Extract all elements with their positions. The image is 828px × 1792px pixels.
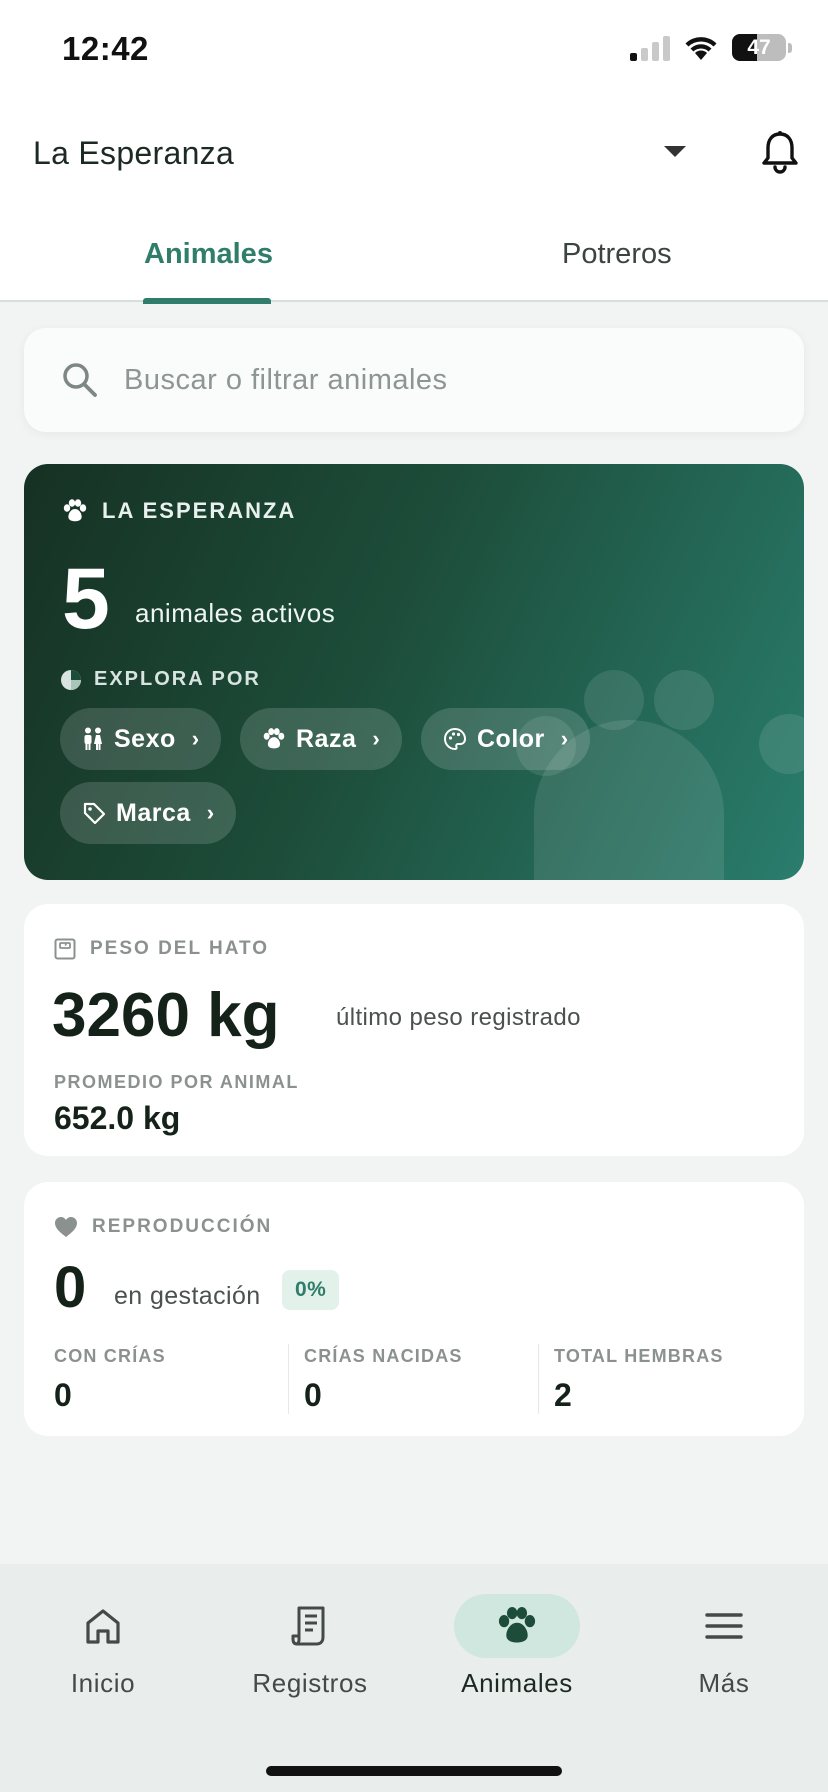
gestation-count: 0 xyxy=(54,1255,87,1320)
stat-value: 0 xyxy=(54,1377,72,1413)
stat-label: CRÍAS NACIDAS xyxy=(304,1346,463,1366)
hero-header: LA ESPERANZA xyxy=(62,498,296,524)
status-icons: 47 xyxy=(630,34,792,61)
chip-sexo[interactable]: Sexo › xyxy=(60,708,222,770)
sex-icon xyxy=(84,727,102,750)
nav-registros[interactable]: Registros xyxy=(220,1594,400,1704)
nav-animales[interactable]: Animales xyxy=(427,1594,607,1704)
search-input[interactable] xyxy=(124,348,764,412)
battery-icon: 47 xyxy=(732,34,786,61)
chevron-right-icon: › xyxy=(560,726,569,751)
battery-tip xyxy=(788,42,792,53)
nav-inicio-label: Inicio xyxy=(70,1668,136,1698)
reproduction-card-title: REPRODUCCIÓN xyxy=(92,1216,273,1237)
pie-chart-icon xyxy=(61,669,81,690)
chevron-right-icon: › xyxy=(191,726,200,751)
average-weight-label: PROMEDIO POR ANIMAL xyxy=(54,1072,299,1092)
signal-icon xyxy=(630,35,670,61)
nav-inicio[interactable]: Inicio xyxy=(13,1594,193,1704)
paw-icon xyxy=(498,1606,536,1643)
hero-farm-label: LA ESPERANZA xyxy=(102,498,297,523)
active-tab-indicator xyxy=(143,298,271,304)
stat-crias-nacidas: CRÍAS NACIDAS 0 xyxy=(304,1346,463,1416)
stat-divider xyxy=(538,1344,539,1414)
status-time: 12:42 xyxy=(62,30,149,67)
chip-marca-label: Marca xyxy=(116,798,191,827)
menu-icon xyxy=(705,1613,743,1639)
stat-value: 2 xyxy=(554,1377,572,1413)
stat-divider xyxy=(288,1344,289,1414)
tab-animales[interactable]: Animales xyxy=(144,238,273,271)
home-icon xyxy=(86,1609,120,1644)
chip-raza[interactable]: Raza › xyxy=(240,708,402,770)
active-animals-count: 5 xyxy=(62,551,110,647)
farm-selector-title[interactable]: La Esperanza xyxy=(33,135,234,172)
stat-label: TOTAL HEMBRAS xyxy=(554,1346,724,1366)
heart-icon xyxy=(55,1217,77,1237)
nav-registros-label: Registros xyxy=(252,1668,368,1698)
reproduction-card[interactable]: REPRODUCCIÓN 0 en gestación 0% CON CRÍAS… xyxy=(24,1182,804,1436)
gestation-percent-badge: 0% xyxy=(282,1270,340,1310)
tag-icon xyxy=(83,802,106,825)
home-indicator xyxy=(266,1766,562,1776)
reproduction-card-header: REPRODUCCIÓN xyxy=(54,1216,272,1238)
chevron-right-icon: › xyxy=(372,726,380,751)
scale-icon xyxy=(54,938,76,960)
bottom-navigation: Inicio Registros Animales Más xyxy=(0,1564,828,1792)
paw-decoration-toe xyxy=(759,714,804,774)
chip-color[interactable]: Color › xyxy=(421,708,591,770)
search-icon xyxy=(63,363,97,397)
wifi-icon xyxy=(685,36,717,60)
tab-potreros[interactable]: Potreros xyxy=(562,238,672,271)
total-weight-label: último peso registrado xyxy=(336,1004,581,1031)
paw-icon xyxy=(263,728,285,749)
nav-animales-label: Animales xyxy=(461,1668,573,1698)
search-bar[interactable] xyxy=(24,328,804,432)
chip-sexo-label: Sexo xyxy=(114,724,176,753)
explore-label: EXPLORA POR xyxy=(94,668,261,690)
app-header: 12:42 47 La Esperanza Animales Potreros xyxy=(0,0,828,304)
tab-bar: Animales Potreros xyxy=(0,222,828,304)
stat-con-crias: CON CRÍAS 0 xyxy=(54,1346,166,1416)
active-animals-label: animales activos xyxy=(135,598,336,628)
nav-mas-label: Más xyxy=(698,1668,750,1698)
chevron-down-icon[interactable] xyxy=(664,146,686,157)
receipt-icon xyxy=(291,1606,325,1646)
stat-value: 0 xyxy=(304,1377,322,1413)
stat-total-hembras: TOTAL HEMBRAS 2 xyxy=(554,1346,724,1416)
paw-decoration-toe xyxy=(654,670,714,730)
chevron-right-icon: › xyxy=(206,800,215,825)
average-weight-value: 652.0 kg xyxy=(54,1100,181,1136)
total-weight-value: 3260 kg xyxy=(52,981,280,1050)
herd-summary-card: LA ESPERANZA 5 animales activos EXPLORA … xyxy=(24,464,804,880)
explore-header: EXPLORA POR xyxy=(60,668,261,691)
chip-raza-label: Raza xyxy=(296,724,357,753)
stat-label: CON CRÍAS xyxy=(54,1346,166,1366)
bell-icon[interactable] xyxy=(760,130,800,174)
weight-card-title: PESO DEL HATO xyxy=(90,938,270,959)
chip-color-label: Color xyxy=(477,724,545,753)
herd-weight-card[interactable]: PESO DEL HATO 3260 kg último peso regist… xyxy=(24,904,804,1156)
palette-icon xyxy=(443,727,467,751)
nav-mas[interactable]: Más xyxy=(634,1594,814,1704)
battery-percent: 47 xyxy=(747,35,771,59)
paw-icon xyxy=(63,499,87,522)
paw-decoration-toe xyxy=(584,670,644,730)
gestation-label: en gestación xyxy=(114,1282,261,1310)
weight-card-header: PESO DEL HATO xyxy=(54,938,269,960)
chip-marca[interactable]: Marca › xyxy=(60,782,237,844)
